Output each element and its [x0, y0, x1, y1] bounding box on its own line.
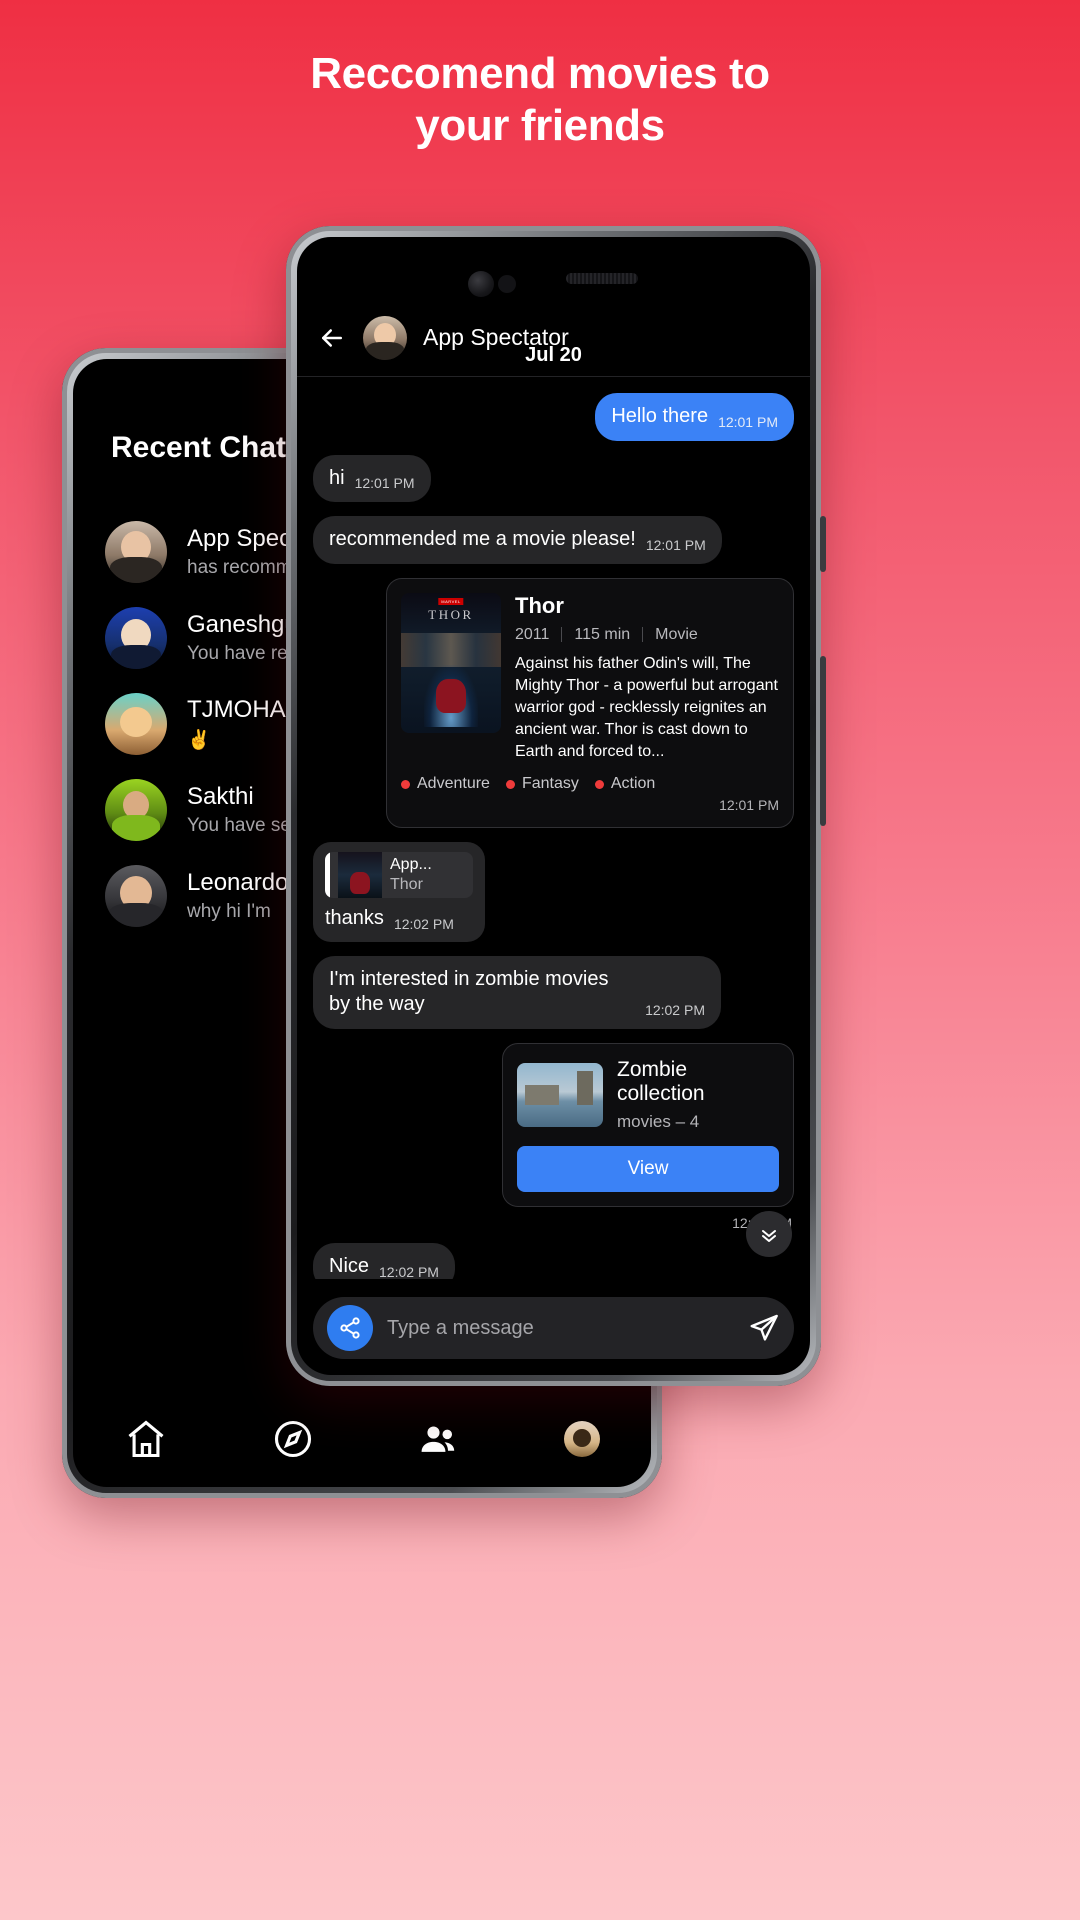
divider [561, 627, 563, 643]
message-text: I'm interested in zombie movies by the w… [329, 967, 609, 1016]
message-row: Hello there 12:01 PM [313, 393, 794, 441]
side-button-power[interactable] [820, 656, 826, 826]
avatar [105, 779, 167, 841]
earpiece-speaker [565, 273, 638, 284]
message-time: 12:01 PM [645, 536, 706, 553]
date-separator: Jul 20 [525, 344, 582, 366]
genre-label: Action [610, 775, 656, 793]
message-time: 12:01 PM [354, 475, 415, 492]
message-bubble-incoming[interactable]: I'm interested in zombie movies by the w… [313, 955, 721, 1029]
quoted-movie-thumbnail [338, 852, 382, 899]
message-text: hi [329, 466, 345, 489]
message-time: 12:02 PM [645, 1001, 705, 1018]
phone-right-device: App Spectator Jul 20 Hello there 12:01 P… [286, 226, 826, 1386]
message-bubble-incoming[interactable]: recommended me a movie please! 12:01 PM [313, 516, 722, 564]
avatar [105, 521, 167, 583]
genre-label: Fantasy [521, 775, 579, 793]
message-row: recommended me a movie please! 12:01 PM [313, 516, 794, 564]
movie-genres: Adventure Fantasy Action [401, 775, 779, 793]
chat-name: Leonardo [187, 869, 289, 896]
message-bubble-incoming[interactable]: Nice 12:02 PM [313, 1242, 455, 1279]
quoted-sender: App... [390, 856, 432, 874]
message-composer [313, 1297, 794, 1359]
movie-recommendation-card[interactable]: MARVEL THOR Thor 2011 115 min Movie Agai… [386, 577, 794, 829]
movie-title: Thor [515, 592, 564, 618]
home-icon[interactable] [124, 1417, 168, 1461]
poster-cape-art [436, 678, 466, 713]
quoted-message[interactable]: App... Thor [325, 852, 473, 899]
message-bubble-incoming[interactable]: hi 12:01 PM [313, 454, 431, 503]
movie-meta: 2011 115 min Movie [515, 626, 779, 644]
message-row: Nice 12:02 PM [313, 1242, 794, 1279]
collection-title: Zombie collection [617, 1057, 705, 1105]
explore-icon[interactable] [271, 1417, 315, 1461]
marvel-logo: MARVEL [438, 597, 464, 605]
message-input[interactable] [387, 1316, 734, 1340]
message-time: 12:01 PM [718, 413, 778, 430]
headline-line-2: your friends [415, 100, 665, 150]
poster-cast-art [401, 632, 501, 667]
chat-preview: why hi I'm [187, 901, 271, 922]
front-camera-icon [467, 271, 494, 297]
message-time: 12:02 PM [379, 1263, 439, 1279]
share-icon[interactable] [327, 1305, 373, 1351]
bottom-navigation [73, 1417, 651, 1461]
thumbnail-art [525, 1084, 559, 1105]
page-headline: Reccomend movies to your friends [0, 48, 1080, 152]
genre-dot-icon [401, 779, 410, 789]
send-icon[interactable] [748, 1312, 780, 1344]
message-row: App... Thor thanks 12:02 PM [313, 842, 794, 942]
collection-thumbnail [517, 1062, 603, 1127]
message-time: 12:02 PM [313, 1215, 792, 1231]
collection-card[interactable]: Zombie collection movies – 4 View [502, 1042, 794, 1207]
headline-line-1: Reccomend movies to [310, 49, 770, 98]
view-button[interactable]: View [517, 1145, 779, 1192]
message-text: Hello there [611, 405, 709, 427]
avatar [105, 865, 167, 927]
friends-icon[interactable] [417, 1417, 461, 1461]
message-text: thanks [325, 907, 384, 930]
message-time: 12:02 PM [393, 915, 454, 932]
avatar [105, 693, 167, 755]
movie-poster: MARVEL THOR [401, 592, 501, 733]
profile-avatar[interactable] [563, 1421, 600, 1457]
movie-kind: Movie [655, 625, 698, 643]
thumbnail-art [577, 1070, 593, 1105]
message-bubble-reply[interactable]: App... Thor thanks 12:02 PM [313, 842, 485, 942]
side-button-volume[interactable] [820, 516, 826, 572]
message-list[interactable]: Jul 20 Hello there 12:01 PM hi 12:01 PM … [297, 316, 810, 1279]
movie-duration: 115 min [574, 625, 631, 643]
double-chevron-down-icon[interactable] [746, 1211, 792, 1257]
divider [642, 627, 644, 643]
avatar [105, 607, 167, 669]
genre-dot-icon [505, 779, 515, 789]
message-bubble-outgoing[interactable]: Hello there 12:01 PM [595, 393, 794, 441]
message-text: recommended me a movie please! [329, 528, 636, 551]
quote-accent-bar [325, 852, 330, 899]
phone-right-screen: App Spectator Jul 20 Hello there 12:01 P… [297, 237, 810, 1375]
message-time: 12:01 PM [719, 797, 779, 814]
sensor-icon [497, 275, 516, 293]
movie-year: 2011 [515, 625, 550, 643]
collection-subtitle: movies – 4 [617, 1111, 700, 1131]
recent-chats-title: Recent Chats [111, 431, 303, 464]
message-text: Nice [329, 1254, 370, 1277]
message-row: Zombie collection movies – 4 View [313, 1042, 794, 1207]
message-row: hi 12:01 PM [313, 454, 794, 503]
quoted-title: Thor [390, 876, 423, 894]
movie-description: Against his father Odin's will, The Migh… [515, 654, 778, 761]
message-row: MARVEL THOR Thor 2011 115 min Movie Agai… [313, 577, 794, 829]
poster-title: THOR [428, 606, 474, 622]
genre-dot-icon [594, 779, 604, 789]
genre-label: Adventure [417, 775, 490, 793]
message-row: I'm interested in zombie movies by the w… [313, 955, 794, 1029]
